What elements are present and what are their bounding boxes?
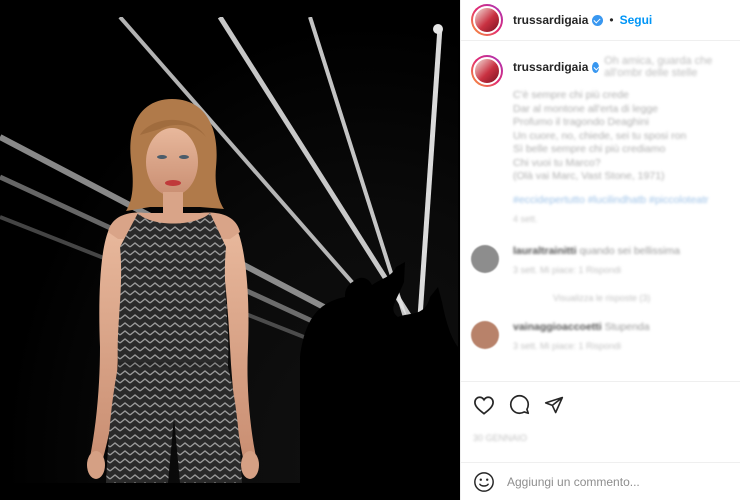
- post-actions: 30 GENNAIO: [461, 381, 740, 461]
- author-avatar[interactable]: [471, 4, 503, 36]
- share-icon[interactable]: [544, 395, 564, 415]
- action-icons: [473, 394, 728, 415]
- comment-meta[interactable]: 3 sett. Mi piace: 1 Rispondi: [513, 341, 650, 351]
- follow-button[interactable]: Segui: [620, 13, 653, 27]
- header-separator: •: [609, 13, 614, 27]
- comment-text: Stupenda: [604, 320, 650, 333]
- caption-hashtags[interactable]: #eccidepertutto #lucilindhatb #piccolote…: [513, 194, 740, 208]
- concert-photo-illustration: [0, 17, 458, 483]
- caption-author-avatar[interactable]: [471, 55, 503, 87]
- caption-username[interactable]: trussardigaia: [513, 60, 588, 74]
- verified-badge-icon: [592, 61, 600, 73]
- comments-scroll-area[interactable]: trussardigaia Oh amica, guarda che all'o…: [461, 41, 740, 381]
- commenter-username[interactable]: vainaggioaccoetti: [513, 321, 602, 333]
- post-header: trussardigaia • Segui: [461, 0, 740, 40]
- post-sidebar: trussardigaia • Segui trussardigaia Oh a…: [460, 0, 740, 500]
- model-figure: [87, 99, 259, 483]
- crowd-silhouettes: [300, 262, 458, 483]
- caption-line: C'è sempre chi più crede: [513, 89, 629, 101]
- caption-line: Un cuore, no, chiede, sei tu sposi ron: [513, 129, 687, 142]
- caption-line: (Olà vai Marc, Vast Stone, 1971): [513, 170, 665, 182]
- post-date: 30 GENNAIO: [473, 433, 528, 443]
- post-media[interactable]: [0, 0, 460, 500]
- caption-head: trussardigaia Oh amica, guarda che all'o…: [513, 55, 730, 79]
- commenter-username[interactable]: lauraltrainitti: [513, 245, 577, 257]
- caption-time: 4 sett.: [513, 214, 538, 224]
- caption-line: Dar al montone all'erta di legge: [513, 102, 659, 115]
- comment-item: vainaggioaccoetti Stupenda 3 sett. Mi pi…: [461, 320, 740, 351]
- author-username[interactable]: trussardigaia: [513, 13, 588, 27]
- caption-line: Oh amica, guarda che all'ombr delle stel…: [604, 55, 713, 79]
- comment-text-line: lauraltrainitti quando sei bellissima: [513, 245, 680, 257]
- heart-icon[interactable]: [473, 395, 495, 415]
- caption-row: trussardigaia Oh amica, guarda che all'o…: [461, 41, 740, 87]
- commenter-avatar[interactable]: [471, 244, 499, 273]
- emoji-icon[interactable]: [473, 471, 495, 493]
- comment-icon[interactable]: [509, 394, 530, 415]
- comment-text-line: vainaggioaccoetti Stupenda: [513, 321, 650, 333]
- view-replies-link[interactable]: Visualizza le risposte (3): [553, 293, 740, 303]
- caption-line: Chi vuoi tu Marco?: [513, 156, 601, 169]
- caption-line: Sì belle sempre chi più crediamo: [513, 143, 666, 155]
- commenter-avatar[interactable]: [471, 320, 499, 349]
- add-comment-bar: [461, 462, 740, 500]
- post-image[interactable]: [0, 17, 458, 483]
- caption-line: Profumo il tragondo Deaghini: [513, 116, 649, 128]
- comment-item: lauraltrainitti quando sei bellissima 3 …: [461, 244, 740, 275]
- comment-text: quando sei bellissima: [579, 244, 680, 257]
- comment-input[interactable]: [507, 474, 707, 489]
- comment-meta[interactable]: 3 sett. Mi piace: 1 Rispondi: [513, 265, 680, 275]
- verified-badge-icon: [592, 14, 604, 26]
- caption-body: C'è sempre chi più crede Dar al montone …: [513, 89, 740, 227]
